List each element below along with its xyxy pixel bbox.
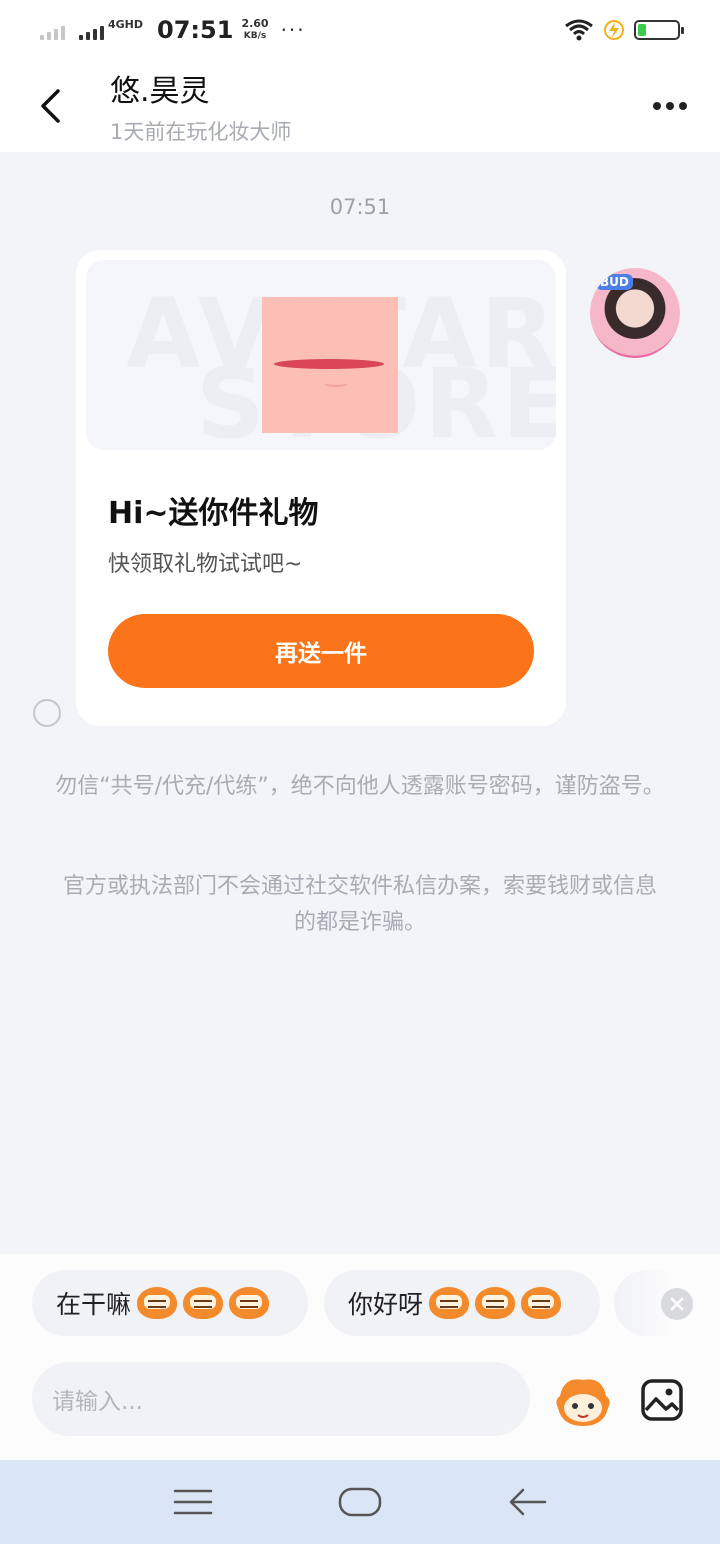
menu-icon: [174, 1489, 213, 1515]
home-icon: [338, 1487, 382, 1517]
grin-emoji-icon: [183, 1287, 224, 1319]
status-more-dots: ···: [280, 18, 306, 42]
status-time: 07:51: [157, 16, 234, 44]
avatar[interactable]: BUD: [590, 268, 680, 358]
grin-emoji-icon: [229, 1287, 270, 1319]
system-nav-bar: [0, 1460, 720, 1544]
message-timestamp: 07:51: [329, 195, 391, 219]
close-icon: [670, 1297, 684, 1311]
gift-card-title: Hi~送你件礼物: [108, 496, 319, 531]
back-nav-button[interactable]: [487, 1472, 567, 1532]
security-notice: 勿信“共号/代充/代练”，绝不向他人透露账号密码，谨防盗号。: [55, 774, 665, 799]
network-speed: 2.60 KB/s: [241, 18, 268, 42]
grin-emoji-icon: [137, 1287, 178, 1319]
title-wrap: 悠.昊灵 1天前在玩化妆大师: [110, 66, 620, 146]
more-dot: [653, 102, 661, 110]
image-button[interactable]: [640, 1378, 684, 1422]
network-type: 4GHD: [108, 17, 144, 31]
gift-image: [262, 297, 398, 433]
gift-card[interactable]: AVATAR STORE Hi~送你件礼物 快领取礼物试试吧~ 再送一件: [76, 250, 566, 726]
send-again-button[interactable]: 再送一件: [108, 614, 534, 688]
charging-icon: [604, 20, 624, 40]
quick-reply-label: 在干嘛: [56, 1290, 132, 1319]
arrow-left-icon: [509, 1488, 546, 1516]
status-right: [564, 18, 684, 42]
close-quick-replies-button[interactable]: [661, 1288, 693, 1320]
input-area: 在干嘛 你好呀 请输入...: [0, 1254, 720, 1460]
speed-unit: KB/s: [243, 31, 267, 41]
chevron-left-icon: [41, 89, 60, 123]
status-left: 4GHD 07:51 2.60 KB/s ···: [40, 16, 306, 44]
shy-emoji-icon: [521, 1287, 562, 1319]
image-icon: [641, 1379, 683, 1421]
wifi-icon: [565, 19, 593, 41]
more-options-button[interactable]: [620, 60, 720, 152]
chat-header: 悠.昊灵 1天前在玩化妆大师: [0, 60, 720, 152]
quick-reply-chip[interactable]: 在干嘛: [32, 1270, 308, 1336]
message-input[interactable]: 请输入...: [32, 1362, 530, 1436]
page-subtitle: 1天前在玩化妆大师: [110, 120, 292, 144]
quick-reply-chip[interactable]: 你好呀: [324, 1270, 600, 1336]
home-nav-button[interactable]: [320, 1472, 400, 1532]
page-title: 悠.昊灵: [110, 74, 210, 109]
menu-nav-button[interactable]: [153, 1472, 233, 1532]
signal-1-icon: [40, 20, 65, 40]
avatar-badge: BUD: [596, 274, 633, 290]
more-dot: [666, 102, 674, 110]
shy-emoji-icon: [429, 1287, 470, 1319]
quick-reply-label: 你好呀: [348, 1290, 424, 1319]
battery-icon: [634, 20, 684, 40]
signal-2-icon: [79, 20, 104, 40]
mascot-sticker-icon: [556, 1379, 610, 1426]
sticker-button[interactable]: [554, 1374, 612, 1428]
more-dot: [679, 102, 687, 110]
shy-emoji-icon: [475, 1287, 516, 1319]
lips-shadow: [324, 379, 348, 387]
select-message-checkbox[interactable]: [33, 699, 61, 727]
speed-value: 2.60: [241, 17, 269, 30]
lips-icon: [274, 359, 384, 369]
gift-banner: AVATAR STORE: [86, 260, 556, 450]
battery-fill: [638, 24, 646, 36]
fraud-notice: 官方或执法部门不会通过社交软件私信办案，索要钱财或信息的都是诈骗。: [62, 874, 657, 935]
status-bar: 4GHD 07:51 2.60 KB/s ···: [0, 0, 720, 60]
back-button[interactable]: [0, 60, 110, 152]
gift-card-description: 快领取礼物试试吧~: [108, 552, 303, 577]
